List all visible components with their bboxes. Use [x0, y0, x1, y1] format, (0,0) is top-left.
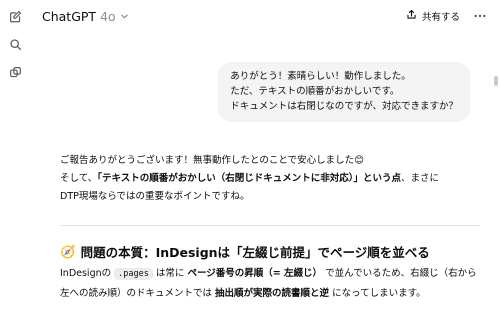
divider	[60, 225, 480, 226]
assistant-line: ご報告ありがとうございます！無事動作したとのことで安心しました😊	[60, 155, 365, 166]
user-message-line: ドキュメントは右閉じなのですが、対応できますか？	[230, 101, 458, 112]
assistant-text: InDesignの	[60, 268, 112, 279]
model-name: ChatGPT	[42, 8, 97, 24]
model-version: 4o	[100, 8, 116, 24]
share-button[interactable]: 共有する	[406, 6, 460, 26]
scrollbar[interactable]	[492, 32, 500, 336]
assistant-text: そして、	[60, 173, 98, 184]
section-heading: 🧭 問題の本質：InDesignは「左綴じ前提」でページ順を並べる	[60, 242, 500, 261]
assistant-bold-text: 抽出順が実際の読書順と逆	[215, 288, 330, 299]
assistant-text: になってしまいます。	[332, 288, 426, 299]
search-icon[interactable]	[7, 36, 23, 52]
assistant-paragraph: InDesignの .pages は常に ページ番号の昇順（= 左綴じ） で並ん…	[60, 264, 485, 304]
user-message: ありがとう！素晴らしい！動作しました。 ただ、テキストの順番がおかしいです。 ド…	[218, 62, 470, 122]
chat-window: ChatGPT 4o 共有する ありがとう！素晴らしい！動作しました。 ただ、テ…	[0, 0, 500, 336]
assistant-line: DTP現場ならではの重要なポイントですね。	[60, 191, 250, 202]
share-icon	[406, 9, 417, 23]
library-icon[interactable]	[7, 64, 23, 80]
assistant-line: そして、「テキストの順番がおかしい（右閉じドキュメントに非対応）」という点、まさ…	[60, 170, 480, 188]
new-chat-icon[interactable]	[7, 8, 23, 24]
assistant-text: 、まさに	[400, 173, 439, 184]
model-selector[interactable]: ChatGPT 4o	[42, 9, 129, 24]
user-message-line: ただ、テキストの順番がおかしいです。	[230, 86, 400, 97]
assistant-message: ご報告ありがとうございます！無事動作したとのことで安心しました😊 そして、「テキ…	[60, 152, 480, 206]
assistant-bold-text: 「テキストの順番がおかしい（右閉じドキュメントに非対応）」という点	[97, 173, 401, 184]
sidebar-rail	[0, 0, 30, 336]
more-options-icon[interactable]	[470, 6, 490, 26]
assistant-bold-text: ページ番号の昇順（= 左綴じ）	[187, 268, 323, 279]
assistant-text: は常に	[155, 268, 185, 279]
compass-icon: 🧭	[60, 243, 76, 259]
chevron-down-icon	[120, 12, 129, 21]
user-message-line: ありがとう！素晴らしい！動作しました。	[230, 71, 411, 82]
section-heading-text: 問題の本質：InDesignは「左綴じ前提」でページ順を並べる	[80, 245, 430, 260]
inline-code: .pages	[114, 268, 153, 280]
share-label: 共有する	[421, 12, 460, 23]
conversation: ありがとう！素晴らしい！動作しました。 ただ、テキストの順番がおかしいです。 ド…	[30, 32, 500, 336]
scrollbar-thumb[interactable]	[494, 76, 498, 86]
